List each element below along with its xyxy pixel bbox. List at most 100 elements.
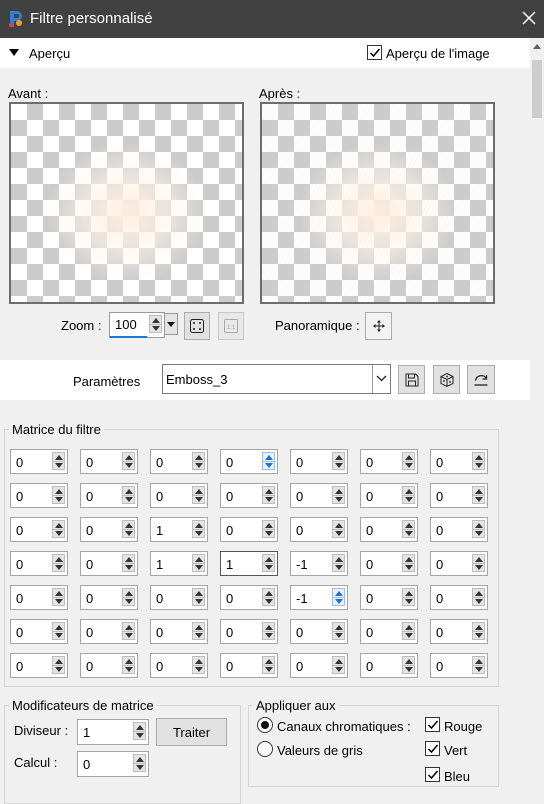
scroll-up-icon[interactable] (533, 44, 541, 49)
matrix-cell[interactable]: 0 (290, 483, 348, 508)
matrix-cell[interactable]: 0 (80, 619, 138, 644)
matrix-cell-spinner[interactable] (122, 452, 135, 470)
matrix-cell[interactable]: 0 (80, 585, 138, 610)
close-icon[interactable] (519, 8, 539, 28)
matrix-cell-spinner[interactable] (332, 656, 345, 674)
calc-input[interactable]: 0 (77, 751, 149, 777)
matrix-cell[interactable]: 0 (430, 585, 488, 610)
zoom-spinner[interactable] (149, 315, 162, 333)
green-checkbox[interactable] (425, 741, 440, 756)
matrix-cell[interactable]: -1 (290, 585, 348, 610)
scrollbar-thumb[interactable] (532, 60, 542, 118)
matrix-cell[interactable]: 0 (360, 517, 418, 542)
matrix-cell[interactable]: 0 (430, 483, 488, 508)
matrix-cell[interactable]: 0 (360, 551, 418, 576)
zoom-fit-button[interactable] (184, 312, 210, 340)
matrix-cell[interactable]: 0 (10, 585, 68, 610)
preview-section-label[interactable]: Aperçu (29, 46, 70, 61)
matrix-cell[interactable]: 0 (430, 517, 488, 542)
vertical-scrollbar[interactable] (530, 38, 544, 804)
zoom-input[interactable]: 100 (109, 312, 165, 338)
matrix-cell-spinner[interactable] (402, 452, 415, 470)
matrix-cell[interactable]: 0 (430, 653, 488, 678)
process-button[interactable]: Traiter (156, 718, 227, 746)
matrix-cell-spinner[interactable] (332, 486, 345, 504)
matrix-cell-spinner[interactable] (122, 622, 135, 640)
matrix-cell-spinner[interactable] (192, 622, 205, 640)
collapse-triangle-icon[interactable] (9, 49, 19, 56)
matrix-cell-spinner[interactable] (472, 486, 485, 504)
matrix-cell-spinner[interactable] (332, 622, 345, 640)
reset-button[interactable] (467, 365, 495, 394)
matrix-cell[interactable]: 0 (360, 449, 418, 474)
matrix-cell[interactable]: 0 (150, 653, 208, 678)
matrix-cell[interactable]: 0 (220, 585, 278, 610)
matrix-cell-spinner[interactable] (262, 554, 275, 572)
matrix-cell-spinner[interactable] (402, 554, 415, 572)
matrix-cell[interactable]: 0 (430, 619, 488, 644)
matrix-cell[interactable]: 1 (150, 551, 208, 576)
matrix-cell[interactable]: 0 (80, 653, 138, 678)
matrix-cell-spinner[interactable] (262, 622, 275, 640)
calc-spinner[interactable] (133, 754, 146, 772)
after-preview[interactable] (260, 102, 495, 304)
matrix-cell[interactable]: 0 (360, 585, 418, 610)
matrix-cell-spinner[interactable] (192, 656, 205, 674)
matrix-cell[interactable]: 0 (290, 449, 348, 474)
matrix-cell[interactable]: 0 (150, 483, 208, 508)
matrix-cell-spinner[interactable] (472, 656, 485, 674)
matrix-cell-spinner[interactable] (52, 520, 65, 538)
matrix-cell-spinner[interactable] (52, 622, 65, 640)
divisor-input[interactable]: 1 (77, 719, 149, 745)
red-checkbox[interactable] (425, 717, 440, 732)
grey-values-radio[interactable] (257, 741, 273, 757)
matrix-cell[interactable]: -1 (290, 551, 348, 576)
matrix-cell[interactable]: 0 (430, 449, 488, 474)
matrix-cell-spinner[interactable] (332, 520, 345, 538)
matrix-cell[interactable]: 0 (220, 483, 278, 508)
matrix-cell-spinner[interactable] (122, 588, 135, 606)
matrix-cell-spinner[interactable] (122, 486, 135, 504)
matrix-cell[interactable]: 0 (10, 517, 68, 542)
matrix-cell[interactable]: 0 (150, 449, 208, 474)
matrix-cell[interactable]: 0 (80, 483, 138, 508)
matrix-cell-spinner[interactable] (402, 486, 415, 504)
zoom-dropdown-button[interactable] (164, 313, 178, 335)
matrix-cell-spinner[interactable] (262, 486, 275, 504)
randomize-button[interactable] (433, 365, 460, 394)
matrix-cell-spinner[interactable] (332, 452, 345, 470)
matrix-cell[interactable]: 0 (220, 653, 278, 678)
matrix-cell[interactable]: 0 (10, 449, 68, 474)
matrix-cell-spinner[interactable] (52, 486, 65, 504)
matrix-cell-spinner[interactable] (472, 588, 485, 606)
matrix-cell-spinner[interactable] (262, 588, 275, 606)
matrix-cell[interactable]: 0 (220, 449, 278, 474)
matrix-cell-spinner[interactable] (52, 588, 65, 606)
matrix-cell-spinner[interactable] (472, 622, 485, 640)
color-channels-radio[interactable] (257, 717, 273, 733)
matrix-cell-spinner[interactable] (52, 452, 65, 470)
divisor-spinner[interactable] (133, 722, 146, 740)
matrix-cell-spinner[interactable] (192, 452, 205, 470)
before-preview[interactable] (9, 102, 244, 304)
matrix-cell[interactable]: 0 (290, 517, 348, 542)
matrix-cell-spinner[interactable] (122, 554, 135, 572)
matrix-cell-spinner[interactable] (262, 520, 275, 538)
matrix-cell-spinner[interactable] (192, 520, 205, 538)
matrix-cell[interactable]: 0 (150, 619, 208, 644)
zoom-actual-size-button[interactable]: 1:1 (218, 312, 244, 340)
matrix-cell-spinner[interactable] (192, 588, 205, 606)
matrix-cell-spinner[interactable] (402, 588, 415, 606)
matrix-cell-spinner[interactable] (332, 554, 345, 572)
matrix-cell[interactable]: 0 (220, 517, 278, 542)
matrix-cell-spinner[interactable] (402, 656, 415, 674)
matrix-cell[interactable]: 0 (360, 653, 418, 678)
matrix-cell-spinner[interactable] (122, 656, 135, 674)
preset-dropdown-button[interactable] (372, 365, 390, 393)
matrix-cell[interactable]: 1 (150, 517, 208, 542)
matrix-cell-spinner[interactable] (192, 486, 205, 504)
blue-checkbox[interactable] (425, 767, 440, 782)
matrix-cell[interactable]: 0 (80, 551, 138, 576)
matrix-cell-spinner[interactable] (52, 656, 65, 674)
matrix-cell[interactable]: 0 (150, 585, 208, 610)
